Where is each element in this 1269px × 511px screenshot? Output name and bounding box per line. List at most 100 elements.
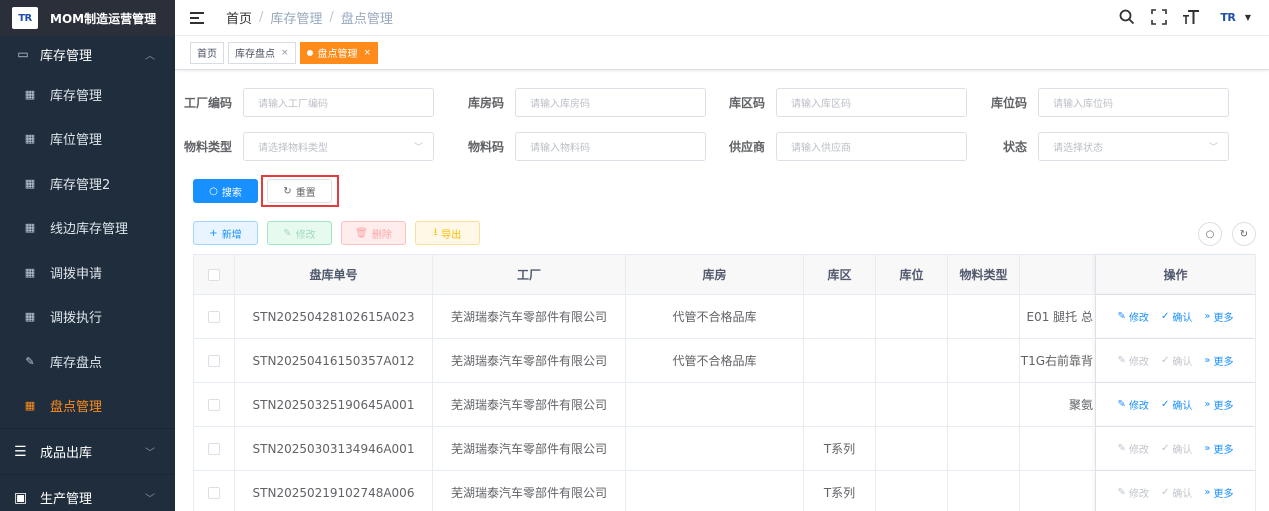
- row-checkbox[interactable]: [208, 442, 220, 455]
- chevron-down-icon: ﹀: [145, 494, 155, 505]
- form-row-2: 物料类型 请选择物料类型 ﹀ 物料码 请输入物料码 供应商 请输入供应商 状态 请…: [175, 131, 1269, 161]
- row-confirm-button[interactable]: ✓ 确认: [1161, 441, 1192, 456]
- row-checkbox[interactable]: [208, 354, 220, 367]
- op-label: 更多: [1213, 401, 1234, 412]
- refresh-button[interactable]: ↻: [1232, 222, 1256, 246]
- caret-down-icon[interactable]: ▼: [1245, 13, 1251, 22]
- row-checkbox[interactable]: [208, 310, 220, 323]
- font-size-icon[interactable]: [1181, 6, 1201, 28]
- table-body: STN20250428102615A023 芜湖瑞泰汽车零部件有限公司 代管不合格品…: [193, 295, 1256, 511]
- row-confirm-button[interactable]: ✓ 确认: [1161, 353, 1192, 368]
- status-select[interactable]: 请选择状态 ﹀: [1038, 131, 1229, 161]
- placeholder: 请选择状态: [1053, 142, 1103, 154]
- hamburger-icon[interactable]: [190, 11, 204, 24]
- op-label: 更多: [1213, 489, 1234, 500]
- table-icon: ▦: [24, 399, 36, 413]
- sidebar-item-transfer-execution[interactable]: ▦ 调拨执行: [0, 294, 175, 339]
- row-edit-button[interactable]: ✎ 修改: [1118, 353, 1149, 368]
- cell-operations: ✎ 修改 ✓ 确认 » 更多: [1096, 295, 1256, 338]
- search-icon[interactable]: [1117, 6, 1137, 28]
- tag-stocktaking[interactable]: 库存盘点 ×: [228, 41, 296, 64]
- row-more-button[interactable]: » 更多: [1204, 397, 1233, 412]
- avatar[interactable]: TR: [1213, 6, 1243, 28]
- check-icon: ✓: [1160, 443, 1170, 454]
- tag-home[interactable]: 首页: [190, 41, 224, 64]
- row-checkbox[interactable]: [208, 486, 220, 499]
- export-button[interactable]: ⭳ 导出: [415, 221, 480, 245]
- location-code-item: 库位码 请输入库位码: [977, 87, 1229, 117]
- edit-icon: ✎: [1117, 487, 1126, 498]
- table-row: STN20250325190645A001 芜湖瑞泰汽车零部件有限公司 聚氨 ✎ 修改 ✓…: [193, 383, 1256, 427]
- row-edit-button[interactable]: ✎ 修改: [1118, 485, 1149, 500]
- close-icon[interactable]: ×: [364, 48, 372, 58]
- plus-icon: +: [209, 227, 218, 239]
- zone-code-input[interactable]: 请输入库区码: [776, 87, 967, 117]
- sidebar-item-inventory-management-2[interactable]: ▦ 库存管理2: [0, 161, 175, 206]
- cell-material-type: [948, 383, 1020, 426]
- cell-location: [876, 295, 948, 338]
- app-logo-bar: TR MOM制造运营管理: [0, 0, 175, 36]
- status-label: 状态: [1002, 139, 1027, 154]
- menu-group-production-management[interactable]: ▣ 生产管理 ﹀: [0, 474, 175, 511]
- cell-factory: 芜湖瑞泰汽车零部件有限公司: [433, 427, 626, 470]
- material-code-item: 物料码 请输入物料码: [454, 131, 706, 161]
- select-all-checkbox[interactable]: [208, 268, 220, 281]
- search-icon: ○: [209, 185, 218, 197]
- supplier-input[interactable]: 请输入供应商: [776, 131, 967, 161]
- factory-code-input[interactable]: 请输入工厂编码: [243, 87, 434, 117]
- row-more-button[interactable]: » 更多: [1204, 485, 1233, 500]
- location-code-input[interactable]: 请输入库位码: [1038, 87, 1229, 117]
- row-confirm-button[interactable]: ✓ 确认: [1161, 485, 1192, 500]
- tag-stocktaking-management[interactable]: 盘点管理 ×: [299, 41, 379, 64]
- column-header: [1020, 255, 1096, 294]
- breadcrumb-home[interactable]: 首页: [226, 8, 252, 27]
- row-more-button[interactable]: » 更多: [1204, 441, 1233, 456]
- cell-material-type: [948, 295, 1020, 338]
- add-button[interactable]: + 新增: [193, 221, 258, 245]
- breadcrumb-separator: /: [259, 10, 264, 25]
- table-row: STN20250303134946A001 芜湖瑞泰汽车零部件有限公司 T系列 ✎ 修改…: [193, 427, 1256, 471]
- sidebar-item-inventory-management[interactable]: ▦ 库存管理: [0, 72, 175, 117]
- close-icon[interactable]: ×: [281, 48, 289, 58]
- double-chevron-right-icon: »: [1204, 311, 1211, 322]
- column-header: 物料类型: [948, 255, 1020, 294]
- row-more-button[interactable]: » 更多: [1204, 353, 1233, 368]
- header-actions: TR ▼: [1105, 6, 1251, 28]
- column-header: 操作: [1096, 255, 1256, 294]
- material-code-input[interactable]: 请输入物料码: [515, 131, 706, 161]
- warehouse-code-input[interactable]: 请输入库房码: [515, 87, 706, 117]
- row-edit-button[interactable]: ✎ 修改: [1118, 309, 1149, 324]
- search-button[interactable]: ○ 搜索: [193, 179, 258, 203]
- delete-button[interactable]: 🗑 删除: [341, 221, 406, 245]
- row-checkbox[interactable]: [208, 398, 220, 411]
- refresh-icon: ↻: [283, 185, 292, 197]
- sidebar-item-stocktaking[interactable]: ✎ 库存盘点: [0, 339, 175, 384]
- cell-operations: ✎ 修改 ✓ 确认 » 更多: [1096, 471, 1256, 511]
- cell-stocktaking-no: STN20250219102748A006: [235, 471, 433, 511]
- toggle-search-button[interactable]: ○: [1198, 222, 1222, 246]
- edit-button[interactable]: ✎ 修改: [267, 221, 332, 245]
- edit-icon: ✎: [1117, 355, 1126, 366]
- chevron-down-icon: ﹀: [413, 142, 423, 153]
- delete-button-label: 删除: [371, 229, 392, 241]
- cell-factory: 芜湖瑞泰汽车零部件有限公司: [433, 339, 626, 382]
- form-row-1: 工厂编码 请输入工厂编码 库房码 请输入库房码 库区码 请输入库区码 库位码 请…: [175, 87, 1269, 117]
- row-more-button[interactable]: » 更多: [1204, 309, 1233, 324]
- row-confirm-button[interactable]: ✓ 确认: [1161, 309, 1192, 324]
- sidebar-item-stocktaking-management[interactable]: ▦ 盘点管理: [0, 383, 175, 428]
- menu-group-inventory[interactable]: ▭ 库存管理 ︿: [0, 36, 175, 72]
- row-edit-button[interactable]: ✎ 修改: [1118, 397, 1149, 412]
- material-type-select[interactable]: 请选择物料类型 ﹀: [243, 131, 434, 161]
- sidebar-item-location-management[interactable]: ▦ 库位管理: [0, 116, 175, 161]
- table-row: STN20250416150357A012 芜湖瑞泰汽车零部件有限公司 代管不合格品…: [193, 339, 1256, 383]
- status-item: 状态 请选择状态 ﹀: [977, 131, 1229, 161]
- sidebar-item-transfer-request[interactable]: ▦ 调拨申请: [0, 250, 175, 295]
- row-select-cell: [193, 471, 235, 511]
- cell-warehouse: 代管不合格品库: [626, 295, 804, 338]
- row-edit-button[interactable]: ✎ 修改: [1118, 441, 1149, 456]
- reset-button[interactable]: ↻ 重置: [267, 179, 332, 203]
- sidebar-item-line-side-inventory[interactable]: ▦ 线边库存管理: [0, 205, 175, 250]
- row-confirm-button[interactable]: ✓ 确认: [1161, 397, 1192, 412]
- fullscreen-icon[interactable]: [1149, 6, 1169, 28]
- menu-group-finished-goods-outbound[interactable]: ☰ 成品出库 ﹀: [0, 428, 175, 474]
